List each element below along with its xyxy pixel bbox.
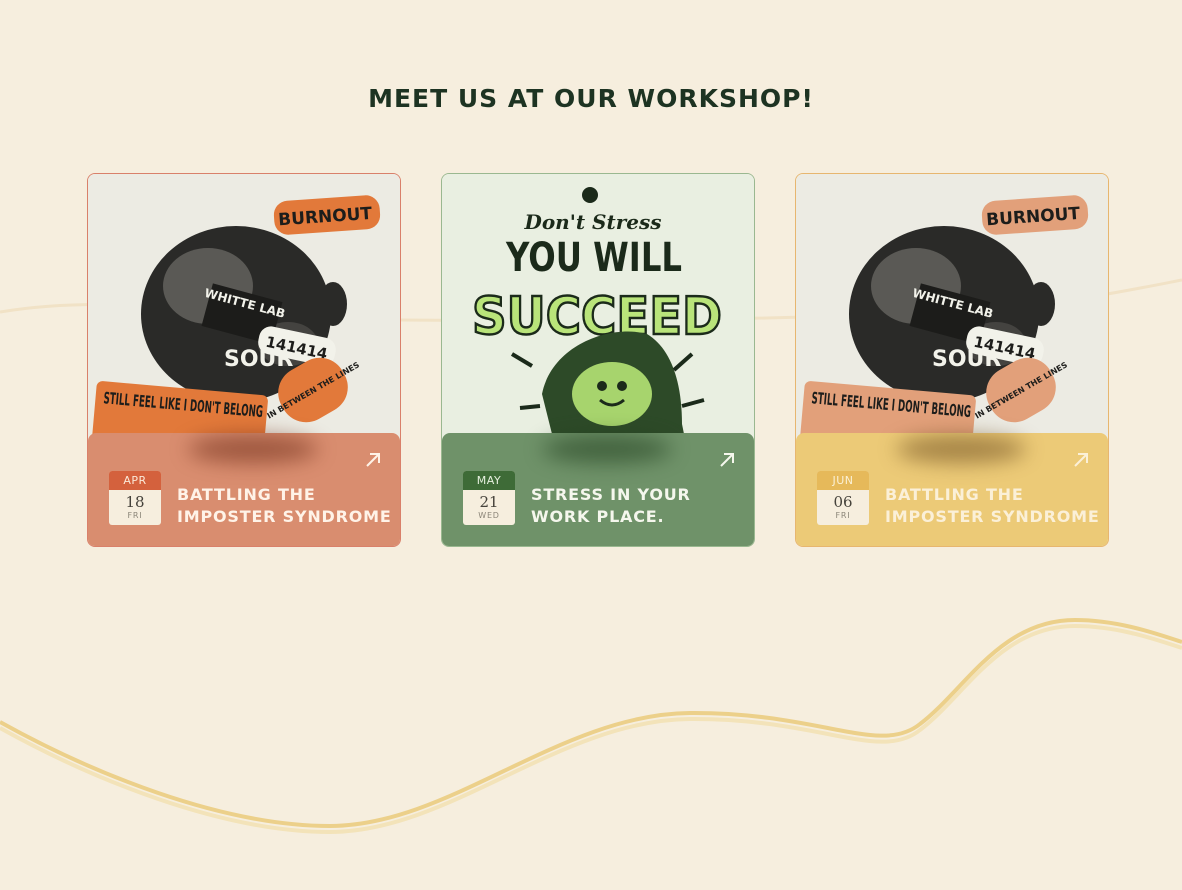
section-heading: MEET US AT OUR WORKSHOP! — [368, 84, 814, 113]
burnout-poster-image: BURNOUT WHITTE LAB SOUR 141414 IN BETWEE… — [796, 174, 1108, 474]
date-badge: MAY 21 WED — [463, 471, 515, 525]
date-month: JUN — [817, 471, 869, 490]
card-title: BATTLING THE IMPOSTER SYNDROME — [885, 485, 1100, 526]
date-month: APR — [109, 471, 161, 490]
workshop-card[interactable]: BURNOUT WHITTE LAB SOUR 141414 IN BETWEE… — [87, 173, 401, 547]
poster-line-2: YOU WILL — [505, 235, 682, 281]
card-title: BATTLING THE IMPOSTER SYNDROME — [177, 485, 392, 526]
poster-line-1: Don't Stress — [523, 210, 661, 234]
date-day: 21 — [479, 493, 499, 511]
date-day: 06 — [833, 493, 853, 511]
date-badge: APR 18 FRI — [109, 471, 161, 525]
succeed-poster-image: Don't Stress YOU WILL SUCCEED — [442, 174, 754, 474]
arrow-up-right-icon[interactable] — [718, 451, 736, 469]
arrow-up-right-icon[interactable] — [364, 451, 382, 469]
card-footer: MAY 21 WED STRESS IN YOUR WORK PLACE. — [442, 433, 754, 546]
date-month: MAY — [463, 471, 515, 490]
card-title: STRESS IN YOUR WORK PLACE. — [531, 485, 691, 526]
burnout-poster-image: BURNOUT WHITTE LAB SOUR 141414 IN BETWEE… — [88, 174, 400, 474]
workshop-card[interactable]: Don't Stress YOU WILL SUCCEED MAY 21 WED… — [441, 173, 755, 547]
date-weekday: FRI — [835, 511, 851, 520]
date-weekday: WED — [478, 511, 500, 520]
card-footer: JUN 06 FRI BATTLING THE IMPOSTER SYNDROM… — [796, 433, 1108, 546]
workshop-card[interactable]: BURNOUT WHITTE LAB SOUR 141414 IN BETWEE… — [795, 173, 1109, 547]
date-badge: JUN 06 FRI — [817, 471, 869, 525]
date-day: 18 — [125, 493, 145, 511]
card-footer: APR 18 FRI BATTLING THE IMPOSTER SYNDROM… — [88, 433, 400, 546]
arrow-up-right-icon[interactable] — [1072, 451, 1090, 469]
date-weekday: FRI — [127, 511, 143, 520]
